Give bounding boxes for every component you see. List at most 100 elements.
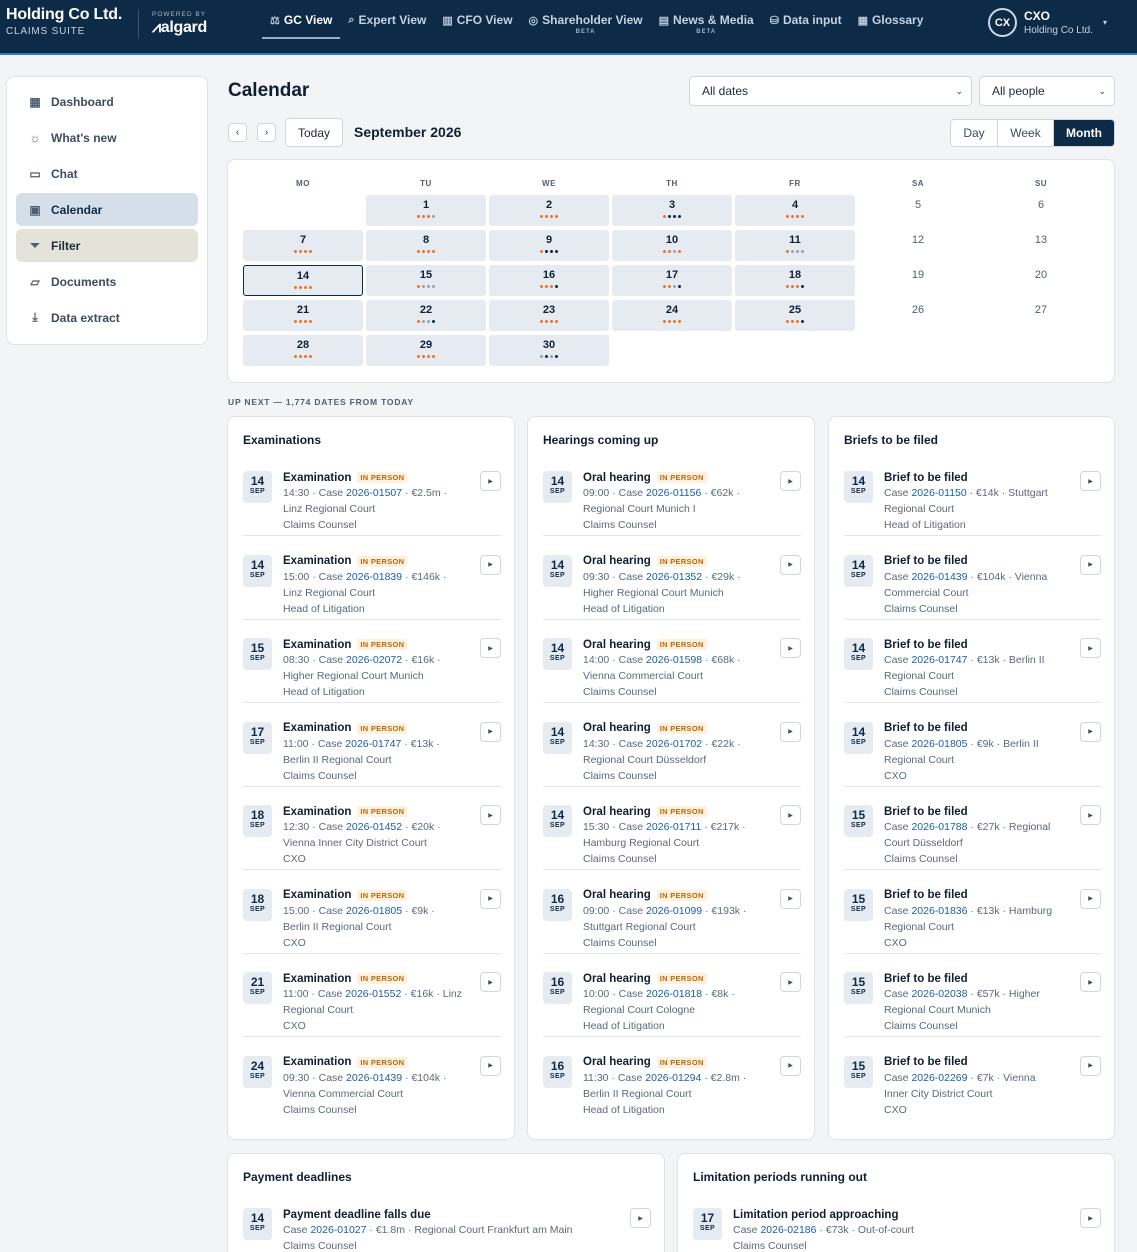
event-item[interactable]: 14 SEP Examination IN PERSON 15:00 · Case 20… [243,545,501,620]
event-item[interactable]: 15 SEP Brief to be filed Case 2026-02269 · … [844,1046,1101,1121]
event-item[interactable]: 15 SEP Brief to be filed Case 2026-02038 · … [844,962,1101,1037]
calendar-day[interactable]: 8 [366,230,486,261]
open-event-button[interactable]: ▶ [780,554,801,575]
nav-cfo-view[interactable]: ▥ CFO View [434,0,520,53]
calendar-day[interactable]: 2 [489,195,609,226]
event-item[interactable]: 24 SEP Examination IN PERSON 09:30 · Case 20… [243,1046,501,1121]
nav-expert-view[interactable]: ⌕ Expert View [340,0,434,53]
open-event-button[interactable]: ▶ [780,1055,801,1076]
open-event-button[interactable]: ▶ [1080,972,1101,992]
view-month-button[interactable]: Month [1054,120,1114,146]
calendar-day[interactable]: 15 [366,265,486,296]
case-link[interactable]: 2026-01839 [346,571,402,583]
event-item[interactable]: 14 SEP Oral hearing IN PERSON 14:00 · Case 2… [543,628,801,703]
event-item[interactable]: 14 SEP Brief to be filed Case 2026-01747 · … [844,628,1101,703]
sidebar-item-calendar[interactable]: ▣ Calendar [16,193,198,226]
open-event-button[interactable]: ▶ [480,805,501,825]
case-link[interactable]: 2026-01788 [911,821,967,833]
calendar-day[interactable]: 27 [981,300,1101,331]
open-event-button[interactable]: ▶ [1080,1055,1101,1076]
case-link[interactable]: 2026-01027 [310,1224,366,1236]
event-item[interactable]: 15 SEP Brief to be filed Case 2026-01788 · … [844,795,1101,870]
case-link[interactable]: 2026-01711 [646,821,701,833]
next-month-button[interactable]: › [257,123,276,142]
nav-glossary[interactable]: ▦ Glossary [850,0,932,53]
event-item[interactable]: 17 SEP Examination IN PERSON 11:00 · Case 20… [243,712,501,787]
calendar-day[interactable]: 9 [489,230,609,261]
case-link[interactable]: 2026-01439 [346,1072,402,1084]
event-item[interactable]: 14 SEP Oral hearing IN PERSON 15:30 · Case 2… [543,795,801,870]
event-item[interactable]: 21 SEP Examination IN PERSON 11:00 · Case 20… [243,962,501,1037]
case-link[interactable]: 2026-01294 [645,1072,701,1084]
prev-month-button[interactable]: ‹ [228,123,247,142]
calendar-day[interactable]: 29 [366,335,486,366]
case-link[interactable]: 2026-01099 [646,905,702,917]
open-event-button[interactable]: ▶ [1080,805,1101,825]
event-item[interactable]: 14 SEP Payment deadline falls due Case 2026… [243,1198,651,1252]
view-day-button[interactable]: Day [951,120,998,146]
open-event-button[interactable]: ▶ [780,972,801,992]
nav-news-media[interactable]: ▤ News & Media BETA [651,0,762,53]
case-link[interactable]: 2026-01552 [345,988,401,1000]
open-event-button[interactable]: ▶ [1080,471,1101,491]
case-link[interactable]: 2026-02038 [911,988,967,1000]
calendar-day[interactable]: 23 [489,300,609,331]
calendar-day[interactable]: 12 [858,230,978,261]
calendar-day[interactable]: 26 [858,300,978,331]
nav-shareholder-view[interactable]: ◎ Shareholder View BETA [521,0,651,53]
open-event-button[interactable]: ▶ [480,1055,501,1076]
case-link[interactable]: 2026-01452 [346,821,402,833]
calendar-day[interactable]: 17 [612,265,732,296]
calendar-day[interactable]: 6 [981,195,1101,226]
open-event-button[interactable]: ▶ [780,888,801,909]
open-event-button[interactable]: ▶ [480,888,501,909]
case-link[interactable]: 2026-01805 [911,738,967,750]
calendar-day[interactable]: 24 [612,300,732,331]
open-event-button[interactable]: ▶ [780,638,801,658]
calendar-day[interactable]: 7 [243,230,363,261]
open-event-button[interactable]: ▶ [780,721,801,742]
open-event-button[interactable]: ▶ [780,805,801,825]
case-link[interactable]: 2026-02072 [346,654,402,666]
event-item[interactable]: 14 SEP Brief to be filed Case 2026-01805 · … [844,712,1101,787]
view-week-button[interactable]: Week [998,120,1054,146]
open-event-button[interactable]: ▶ [480,638,501,658]
case-link[interactable]: 2026-01747 [911,654,967,666]
event-item[interactable]: 14 SEP Oral hearing IN PERSON 14:30 · Case 2… [543,712,801,787]
event-item[interactable]: 18 SEP Examination IN PERSON 12:30 · Case 20… [243,795,501,870]
calendar-day[interactable]: 5 [858,195,978,226]
event-item[interactable]: 15 SEP Brief to be filed Case 2026-01836 · … [844,879,1101,954]
calendar-day[interactable]: 28 [243,335,363,366]
case-link[interactable]: 2026-01702 [646,738,702,750]
event-item[interactable]: 14 SEP Brief to be filed Case 2026-01150 · … [844,461,1101,536]
case-link[interactable]: 2026-01598 [646,654,702,666]
calendar-day[interactable]: 20 [981,265,1101,296]
case-link[interactable]: 2026-01747 [345,738,401,750]
open-event-button[interactable]: ▶ [480,554,501,575]
event-item[interactable]: 16 SEP Oral hearing IN PERSON 09:00 · Case 2… [543,879,801,954]
open-event-button[interactable]: ▶ [1080,888,1101,909]
event-item[interactable]: 18 SEP Examination IN PERSON 15:00 · Case 20… [243,879,501,954]
calendar-day[interactable]: 19 [858,265,978,296]
calendar-day[interactable]: 25 [735,300,855,331]
calendar-day[interactable]: 1 [366,195,486,226]
event-item[interactable]: 15 SEP Examination IN PERSON 08:30 · Case 20… [243,628,501,703]
case-link[interactable]: 2026-01805 [346,905,402,917]
nav-data-input[interactable]: ⛁ Data input [762,0,850,53]
calendar-day[interactable]: 13 [981,230,1101,261]
open-event-button[interactable]: ▶ [1080,721,1101,742]
calendar-day[interactable]: 14 [243,265,363,296]
event-item[interactable]: 14 SEP Oral hearing IN PERSON 09:30 · Case 2… [543,545,801,620]
sidebar-item-chat[interactable]: ▭ Chat [16,157,198,190]
sidebar-item-data-extract[interactable]: ⤓ Data extract [16,301,198,334]
open-event-button[interactable]: ▶ [480,972,501,992]
calendar-day[interactable]: 18 [735,265,855,296]
case-link[interactable]: 2026-01352 [646,571,702,583]
calendar-day[interactable]: 4 [735,195,855,226]
event-item[interactable]: 16 SEP Oral hearing IN PERSON 11:30 · Case 2… [543,1046,801,1121]
event-item[interactable]: 14 SEP Examination IN PERSON 14:30 · Case 20… [243,461,501,536]
sidebar-item-documents[interactable]: ▱ Documents [16,265,198,298]
event-item[interactable]: 16 SEP Oral hearing IN PERSON 10:00 · Case 2… [543,962,801,1037]
open-event-button[interactable]: ▶ [480,721,501,742]
calendar-day[interactable]: 16 [489,265,609,296]
